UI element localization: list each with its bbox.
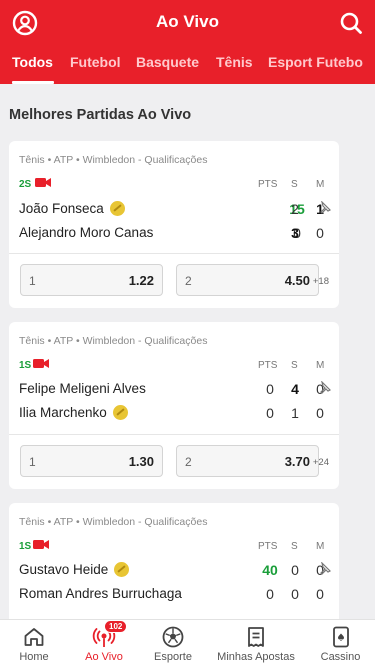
player-name: Ilia Marchenko (19, 405, 107, 420)
sport-tabs: Todos Futebol Basquete Tênis Esport Fute… (0, 52, 375, 84)
odd-button-home[interactable]: 1 1.22 (20, 264, 163, 296)
tab-todos[interactable]: Todos (12, 54, 53, 70)
match-card[interactable]: Tênis • ATP • Wimbledon - Qualificações … (9, 503, 339, 633)
player-points: 40 (262, 562, 278, 578)
tab-tenis[interactable]: Tênis (216, 54, 253, 70)
tab-basquete[interactable]: Basquete (136, 54, 199, 70)
soccer-ball-icon (162, 626, 184, 648)
odd-button-home[interactable]: 1 1.30 (20, 445, 163, 477)
odd-label: 1 (29, 274, 36, 288)
player-games: 0 (316, 405, 324, 421)
sets-header: S (291, 541, 298, 552)
pin-icon[interactable] (317, 381, 331, 395)
nav-label: Esporte (154, 651, 192, 663)
page-title: Ao Vivo (156, 12, 219, 31)
points-header: PTS (258, 360, 278, 371)
player-games: 0 (316, 586, 324, 602)
tab-futebol[interactable]: Futebol (70, 54, 121, 70)
odd-value: 1.22 (128, 273, 154, 288)
active-tab-indicator (12, 81, 54, 84)
player-points: 0 (266, 381, 274, 397)
nav-label: Cassino (320, 651, 361, 663)
nav-label: Home (19, 651, 49, 663)
player-name: Alejandro Moro Canas (19, 225, 154, 240)
player-row: Roman Andres Burruchaga (19, 586, 182, 601)
tab-esport-futebol[interactable]: Esport Futebo (268, 54, 363, 70)
live-stream-icon[interactable] (33, 358, 49, 369)
points-header: PTS (258, 541, 278, 552)
games-header: M (316, 360, 325, 371)
nav-esporte[interactable]: Esporte (140, 620, 206, 667)
player-points: 0 (266, 405, 274, 421)
live-stream-icon[interactable] (35, 177, 51, 188)
games-header: M (316, 541, 325, 552)
player-sets: 1 (291, 405, 299, 421)
bet-slip-icon (248, 627, 264, 647)
odd-label: 1 (29, 455, 36, 469)
pin-icon[interactable] (317, 201, 331, 215)
player-name: Gustavo Heide (19, 562, 109, 577)
odd-button-away[interactable]: 2 3.70 (176, 445, 319, 477)
player-row: João Fonseca (19, 201, 125, 216)
playing-card-icon (332, 626, 349, 648)
live-stream-icon[interactable] (33, 539, 49, 550)
games-header: M (316, 179, 325, 190)
set-status: 1S (19, 541, 32, 552)
nav-home[interactable]: Home (0, 620, 68, 667)
serving-ball-icon (114, 562, 130, 577)
player-row: Alejandro Moro Canas (19, 225, 153, 240)
sets-header: S (291, 179, 298, 190)
competition-label: Tênis • ATP • Wimbledon - Qualificações (19, 154, 208, 166)
odd-value: 1.30 (128, 454, 154, 469)
more-markets-link[interactable]: +24 (313, 457, 329, 468)
more-markets-link[interactable]: +18 (313, 276, 329, 287)
app-header: Ao Vivo Todos Futebol Basquete Tênis Esp… (0, 0, 375, 84)
player-row: Ilia Marchenko (19, 405, 128, 420)
odd-label: 2 (185, 274, 192, 288)
home-icon (24, 628, 44, 646)
set-status: 1S (19, 360, 32, 371)
player-name: Roman Andres Burruchaga (19, 586, 182, 601)
divider (9, 253, 339, 254)
player-row: Gustavo Heide (19, 562, 130, 577)
odd-button-away[interactable]: 2 4.50 (176, 264, 319, 296)
bottom-nav: Home 102 Ao Vivo Esporte Minhas Apostas … (0, 619, 375, 667)
odd-value: 4.50 (284, 273, 310, 288)
odd-value: 3.70 (284, 454, 310, 469)
player-name: Felipe Meligeni Alves (19, 381, 146, 396)
odd-label: 2 (185, 455, 192, 469)
player-games: 0 (316, 225, 324, 241)
player-sets: 4 (291, 381, 299, 397)
divider (9, 434, 339, 435)
nav-minhas-apostas[interactable]: Minhas Apostas (206, 620, 306, 667)
sets-header: S (291, 360, 298, 371)
nav-ao-vivo[interactable]: 102 Ao Vivo (68, 620, 140, 667)
serving-ball-icon (112, 405, 128, 420)
serving-ball-icon (109, 201, 125, 216)
search-icon[interactable] (338, 10, 364, 36)
player-sets: 2 (291, 201, 299, 217)
match-card[interactable]: Tênis • ATP • Wimbledon - Qualificações … (9, 141, 339, 308)
live-count-badge: 102 (104, 620, 128, 633)
set-status: 2S (19, 179, 32, 190)
player-points: 0 (266, 586, 274, 602)
player-sets: 0 (291, 562, 299, 578)
competition-label: Tênis • ATP • Wimbledon - Qualificações (19, 335, 208, 347)
nav-label: Ao Vivo (85, 651, 123, 663)
points-header: PTS (258, 179, 278, 190)
nav-cassino[interactable]: Cassino (306, 620, 375, 667)
player-sets: 0 (291, 586, 299, 602)
competition-label: Tênis • ATP • Wimbledon - Qualificações (19, 516, 208, 528)
player-name: João Fonseca (19, 201, 104, 216)
player-row: Felipe Meligeni Alves (19, 381, 146, 396)
match-card[interactable]: Tênis • ATP • Wimbledon - Qualificações … (9, 322, 339, 489)
player-sets: 3 (291, 225, 299, 241)
section-title: Melhores Partidas Ao Vivo (9, 107, 192, 123)
pin-icon[interactable] (317, 562, 331, 576)
nav-label: Minhas Apostas (217, 651, 295, 663)
